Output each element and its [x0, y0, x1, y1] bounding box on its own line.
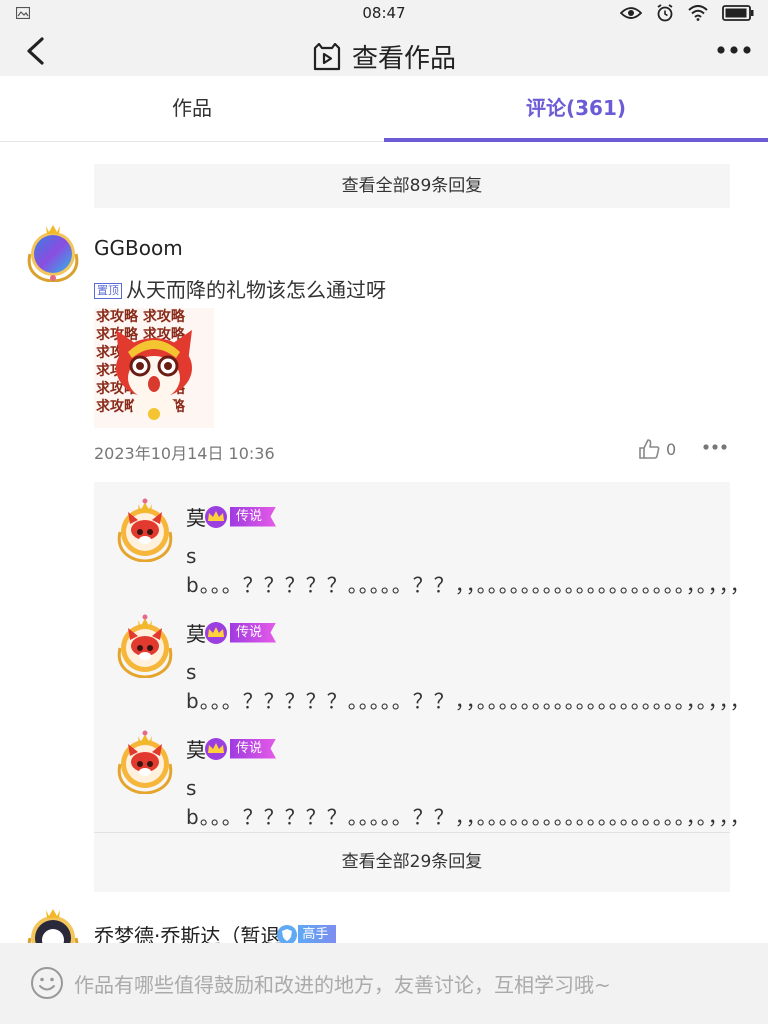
replies-box: 莫 传说 sb。。。？？？？？。。。。。？？，，。。。。。。。。。。。。。。。。…: [94, 482, 751, 892]
crown-icon: [205, 621, 227, 644]
comment-input-placeholder: 作品有哪些值得鼓励和改进的地方，友善讨论，互相学习哦~: [74, 972, 611, 997]
status-bar: 08:47: [0, 0, 768, 26]
cat-sticker-icon: [116, 330, 192, 420]
video-play-icon: [313, 42, 341, 70]
reply-item: 莫 传说 sb。。。？？？？？。。。。。？？，，。。。。。。。。。。。。。。。。…: [94, 606, 751, 722]
legend-badge-label: 传说: [230, 738, 277, 759]
avatar[interactable]: [22, 904, 84, 943]
avatar[interactable]: [22, 220, 84, 282]
comment-username[interactable]: 乔梦德·乔斯达（暂退: [94, 920, 280, 943]
reply-item: 莫 传说 sb。。。？？？？？。。。。。？？，，。。。。。。。。。。。。。。。。…: [94, 722, 751, 838]
expert-badge-label: 高手: [298, 924, 337, 943]
pinned-badge: 置顶: [94, 283, 122, 299]
crown-icon: [205, 737, 227, 760]
comment-more-icon[interactable]: [702, 441, 728, 453]
legend-badge-label: 传说: [230, 622, 277, 643]
tab-bar: 作品 评论(361): [0, 76, 768, 142]
avatar[interactable]: [112, 612, 178, 678]
legend-badge: 传说: [202, 505, 277, 529]
alarm-icon: [657, 4, 673, 22]
eye-icon: [620, 7, 642, 19]
reply-text: sb。。。？？？？？。。。。。？？，，。。。。。。。。。。。。。。。。。。。，。…: [186, 660, 751, 713]
legend-badge: 传说: [202, 737, 277, 761]
app-header: 查看作品: [0, 26, 768, 76]
wifi-icon: [688, 5, 708, 21]
reply-item: 莫 传说 sb。。。？？？？？。。。。。？？，，。。。。。。。。。。。。。。。。…: [94, 490, 751, 606]
like-button[interactable]: 0: [638, 438, 676, 460]
avatar[interactable]: [112, 728, 178, 794]
comment-list[interactable]: 查看全部89条回复 GGBoom 置顶 从天而降的礼物该怎么通过呀 求攻略 求攻略…: [0, 142, 768, 943]
view-all-replies-button[interactable]: 查看全部29条回复: [94, 833, 730, 892]
more-dots-icon[interactable]: [716, 40, 752, 60]
comment-body: 从天而降的礼物该怎么通过呀: [126, 278, 386, 302]
legend-badge: 传说: [202, 621, 277, 645]
comment-date: 2023年10月14日 10:36: [94, 444, 275, 463]
thumbs-up-icon: [639, 439, 660, 459]
comment-input[interactable]: 作品有哪些值得鼓励和改进的地方，友善讨论，互相学习哦~: [30, 965, 738, 1001]
avatar[interactable]: [112, 496, 178, 562]
shield-icon: [277, 924, 298, 943]
page-title: 查看作品: [351, 44, 456, 74]
smiley-icon[interactable]: [30, 966, 64, 1000]
expert-badge: 高手: [276, 924, 337, 943]
tab-works[interactable]: 作品: [0, 76, 384, 142]
crown-icon: [205, 505, 227, 528]
tab-comments[interactable]: 评论(361): [384, 76, 768, 142]
legend-badge-label: 传说: [230, 506, 277, 527]
like-count: 0: [666, 439, 677, 459]
comment-username[interactable]: GGBoom: [94, 236, 183, 260]
sticker-image[interactable]: 求攻略 求攻略 求攻略 求攻略 求攻略 求攻略 求攻略 求攻略 求攻略 求攻略 …: [94, 308, 214, 428]
view-all-replies-button[interactable]: 查看全部89条回复: [94, 164, 730, 208]
comment-input-bar: 作品有哪些值得鼓励和改进的地方，友善讨论，互相学习哦~: [0, 943, 768, 1024]
battery-icon: [722, 5, 754, 21]
reply-text: sb。。。？？？？？。。。。。？？，，。。。。。。。。。。。。。。。。。。。，。…: [186, 544, 751, 597]
reply-text: sb。。。？？？？？。。。。。？？，，。。。。。。。。。。。。。。。。。。。，。…: [186, 776, 751, 829]
comment-text: 置顶 从天而降的礼物该怎么通过呀: [94, 274, 386, 303]
